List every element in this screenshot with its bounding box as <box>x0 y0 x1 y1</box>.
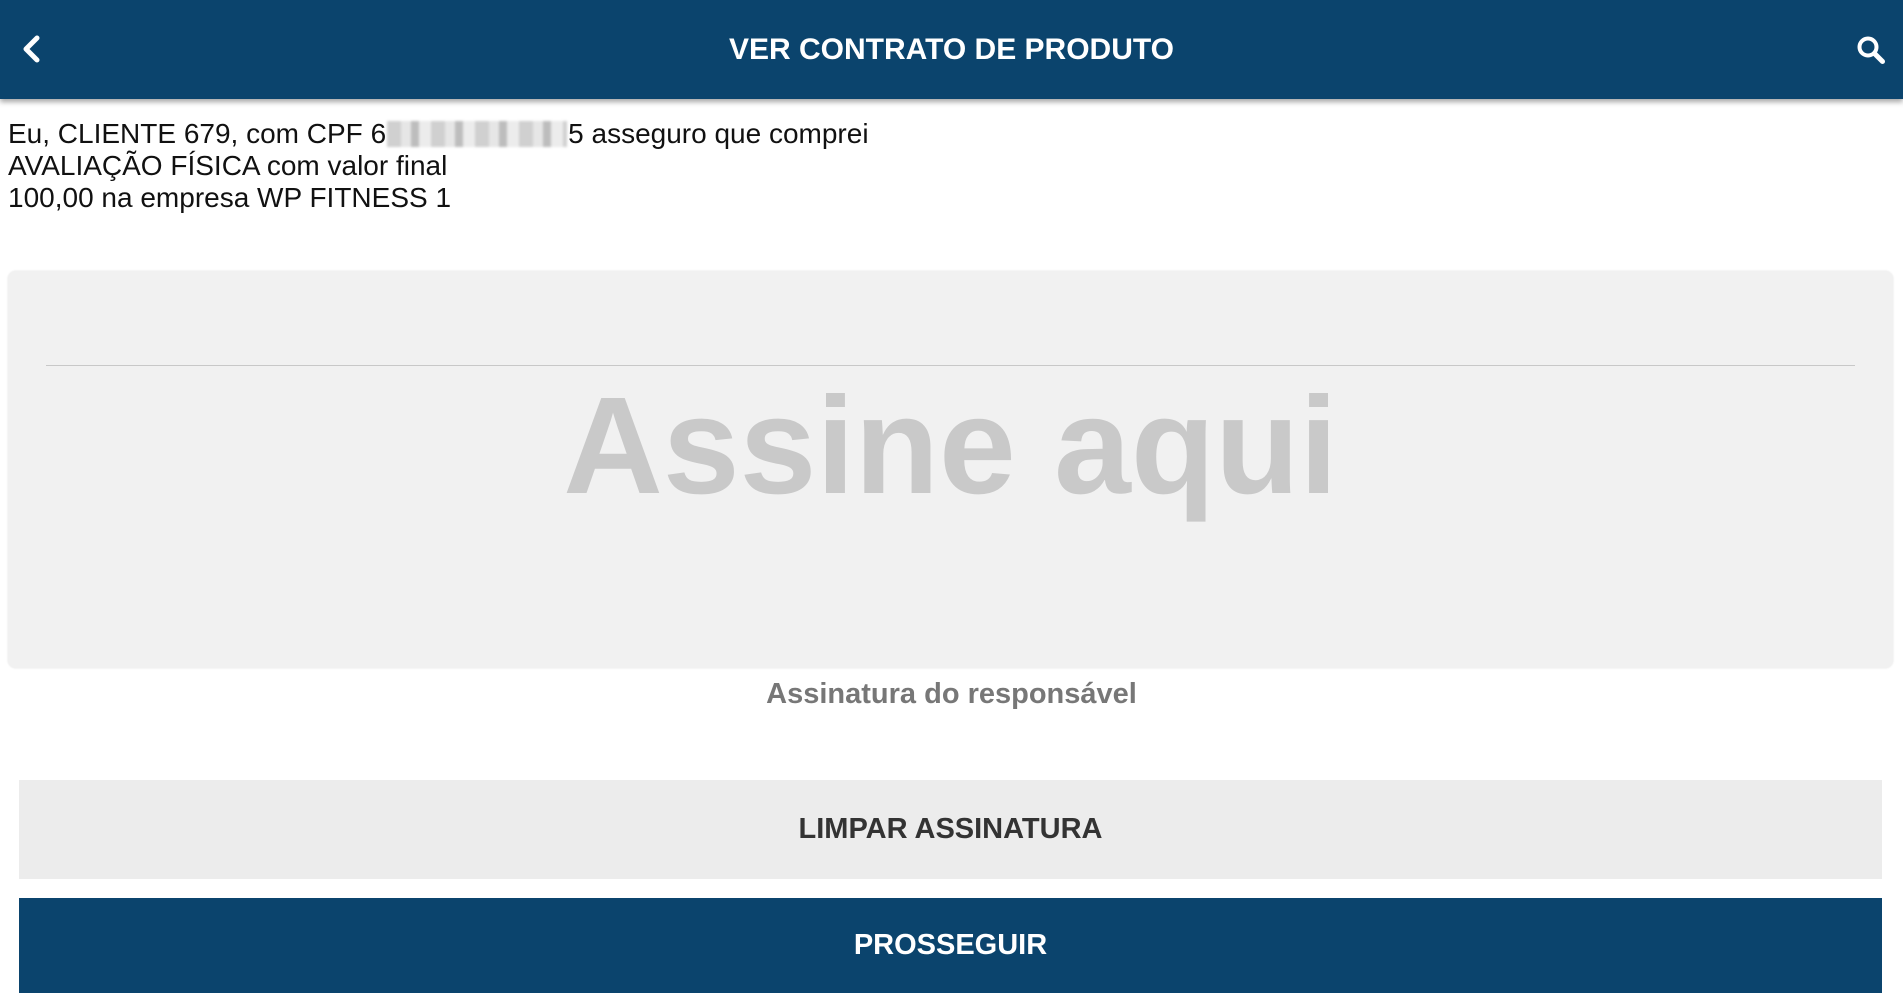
signature-placeholder: Assine aqui <box>563 369 1338 523</box>
proceed-button[interactable]: PROSSEGUIR <box>19 898 1882 993</box>
contract-line-3: 100,00 na empresa WP FITNESS 1 <box>8 182 452 213</box>
signature-pad[interactable]: Assine aqui <box>8 271 1893 668</box>
contract-signature-screen: VER CONTRATO DE PRODUTO Eu, CLIENTE 679,… <box>0 0 1903 993</box>
app-header: VER CONTRATO DE PRODUTO <box>0 0 1903 99</box>
contract-line-2: AVALIAÇÃO FÍSICA com valor final <box>8 150 448 181</box>
contract-line-1-prefix: Eu, CLIENTE 679, com CPF 6 <box>8 118 387 149</box>
signature-guide-line <box>46 365 1855 366</box>
redacted-cpf <box>387 121 568 147</box>
search-button[interactable] <box>1853 32 1889 68</box>
contract-line-1-suffix: 5 asseguro que comprei <box>568 118 869 149</box>
search-icon <box>1857 36 1885 64</box>
contract-text: Eu, CLIENTE 679, com CPF 6 5 asseguro que… <box>8 118 908 214</box>
contract-line-1: Eu, CLIENTE 679, com CPF 6 5 asseguro que… <box>8 118 908 150</box>
clear-signature-button[interactable]: LIMPAR ASSINATURA <box>19 780 1882 879</box>
signature-caption: Assinatura do responsável <box>766 678 1137 710</box>
page-title: VER CONTRATO DE PRODUTO <box>728 32 1175 66</box>
